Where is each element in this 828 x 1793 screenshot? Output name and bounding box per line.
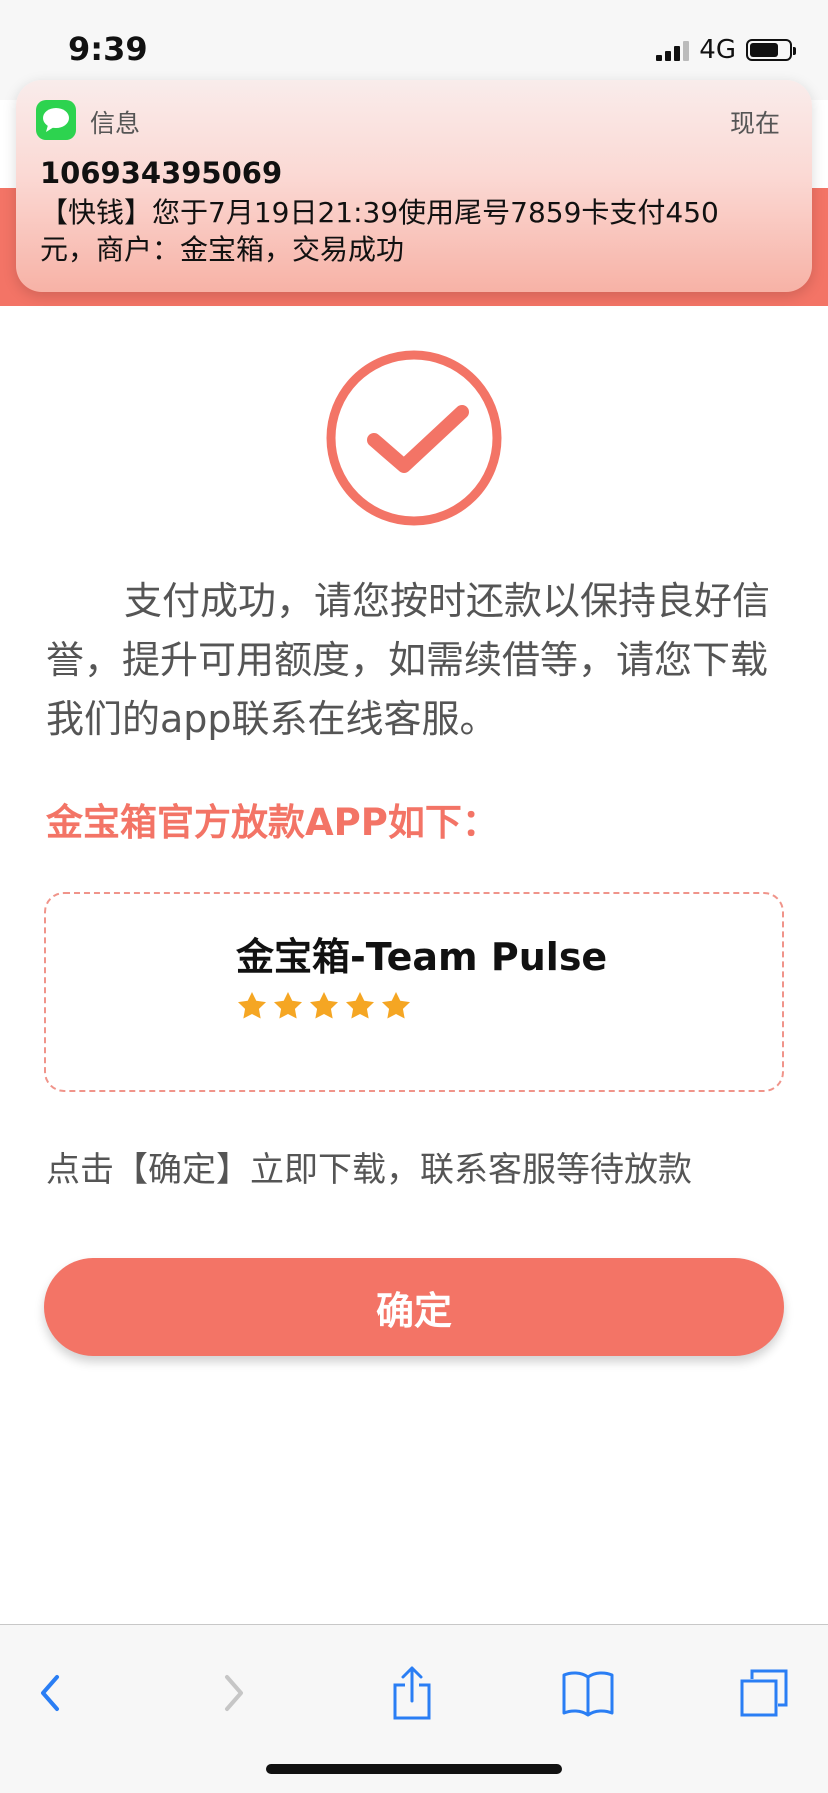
success-check-icon [326,350,502,526]
rating-stars [236,990,412,1022]
share-button[interactable] [382,1663,442,1723]
status-time: 9:39 [68,30,148,68]
star-icon [310,992,338,1019]
star-icon [382,992,410,1019]
official-app-heading: 金宝箱官方放款APP如下： [46,801,499,844]
star-icon [346,992,374,1019]
tabs-icon [740,1669,788,1717]
star-icon [274,992,302,1019]
star-icon [238,992,266,1019]
forward-icon [225,1675,243,1711]
download-tip: 点击【确定】立即下载，联系客服等待放款 [46,1150,692,1190]
bookmarks-button[interactable] [558,1663,618,1723]
notification-body: 【快钱】您于7月19日21:39使用尾号7859卡支付450元，商户：金宝箱，交… [40,196,719,266]
tabs-button[interactable] [734,1663,794,1723]
share-icon [393,1666,431,1720]
back-icon [41,1675,59,1711]
messages-icon [36,100,76,140]
notification-app-name: 信息 [90,109,141,138]
forward-button[interactable] [204,1663,264,1723]
home-indicator[interactable] [266,1764,562,1774]
notification-sender: 106934395069 [40,156,283,190]
confirm-button[interactable]: 确定 [44,1258,784,1356]
battery-icon [746,39,796,61]
app-card[interactable]: 金宝箱-Team Pulse [44,892,784,1092]
notification-time: 现在 [729,109,780,138]
network-type: 4G [699,35,736,65]
cellular-signal-icon [656,39,690,61]
payment-success-message: 支付成功，请您按时还款以保持良好信誉，提升可用额度，如需续借等，请您下载我们的a… [46,579,771,741]
app-name: 金宝箱-Team Pulse [236,935,608,979]
message-notification[interactable]: 信息 现在 106934395069 【快钱】您于7月19日21:39使用尾号7… [16,80,812,292]
status-indicators: 4G [656,34,796,66]
back-button[interactable] [20,1663,80,1723]
bookmarks-icon [562,1671,614,1717]
